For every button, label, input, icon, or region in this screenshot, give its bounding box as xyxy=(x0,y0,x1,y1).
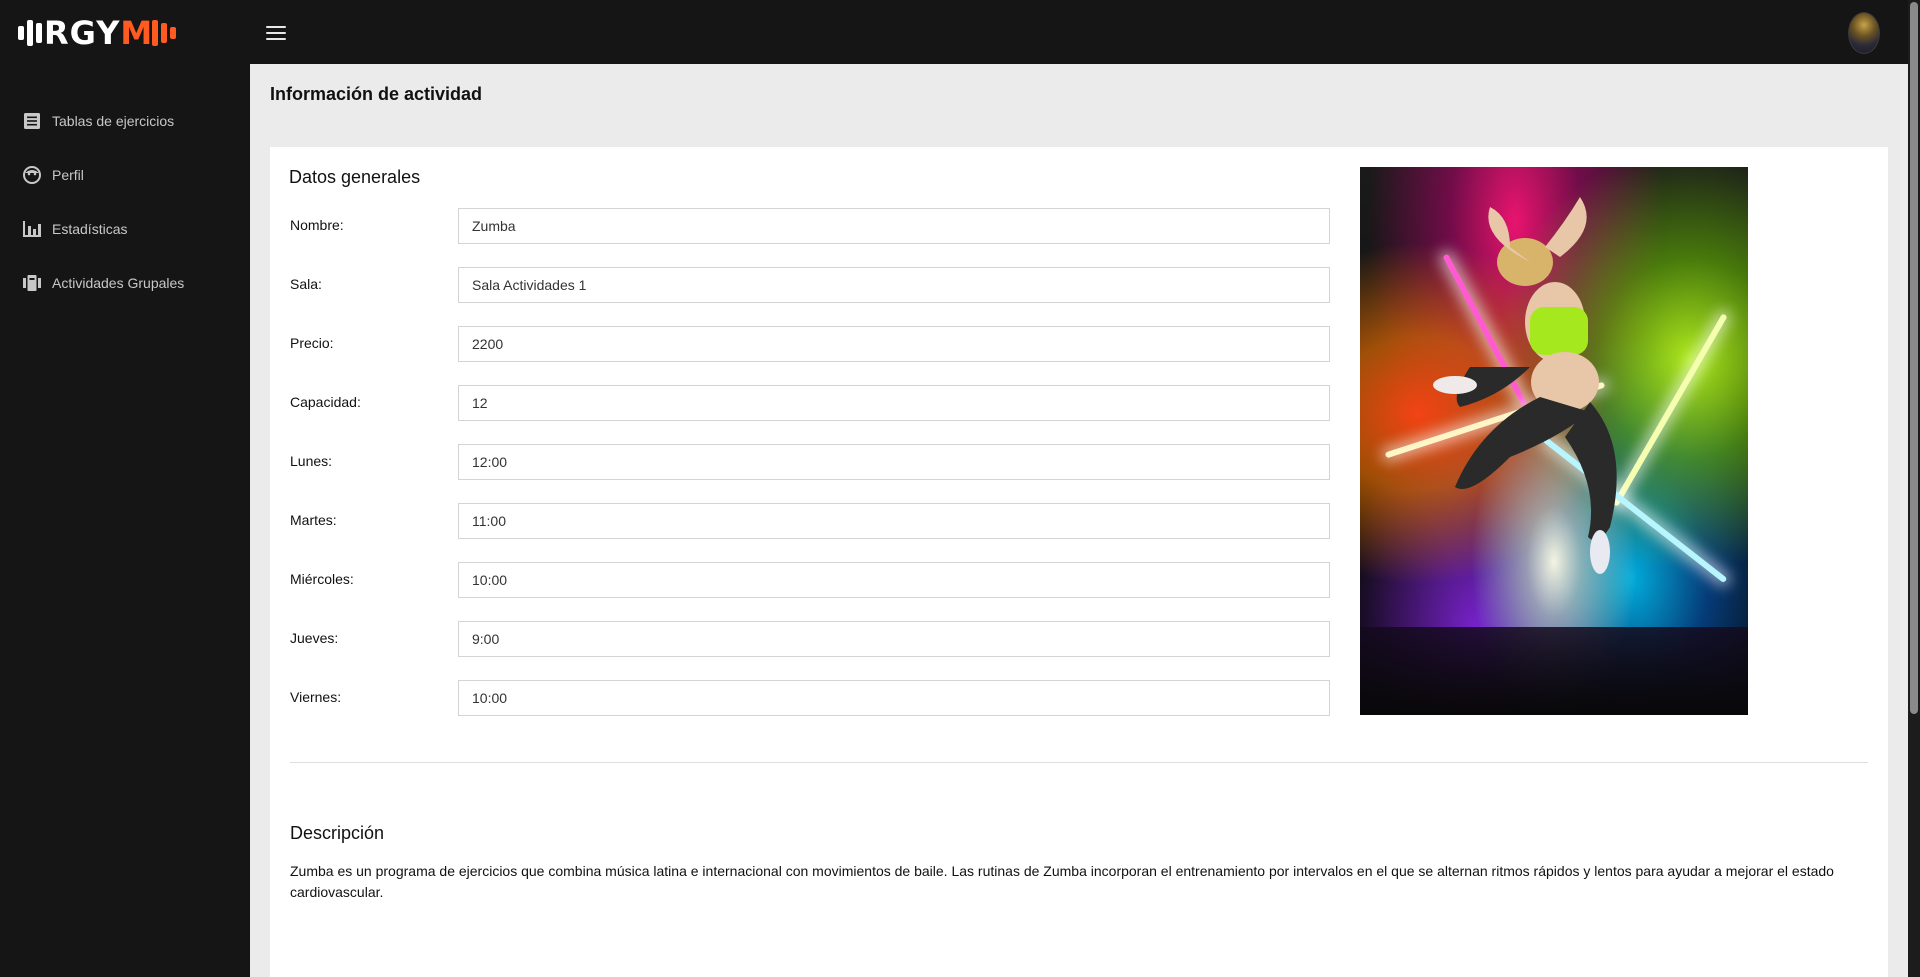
logo-dumbbell-left-icon xyxy=(18,20,42,46)
sidebar-item-estadisticas[interactable]: Estadísticas xyxy=(22,216,127,242)
field-label: Lunes: xyxy=(290,453,333,469)
app-logo[interactable]: RGY M xyxy=(18,14,178,52)
field-label: Miércoles: xyxy=(290,571,354,587)
main-content: Información de actividad Datos generales… xyxy=(250,64,1908,977)
sidebar-item-label: Tablas de ejercicios xyxy=(52,113,175,129)
sidebar-item-perfil[interactable]: Perfil xyxy=(22,162,84,188)
sala-field[interactable] xyxy=(458,267,1330,303)
sidebar-item-label: Estadísticas xyxy=(52,221,128,237)
scrollbar-thumb[interactable] xyxy=(1910,2,1918,714)
field-label: Precio: xyxy=(290,335,334,351)
field-label: Martes: xyxy=(290,512,337,528)
sidebar-item-label: Actividades Grupales xyxy=(52,275,185,291)
field-label: Viernes: xyxy=(290,689,342,705)
field-label: Nombre: xyxy=(290,217,344,233)
bar-chart-icon xyxy=(22,219,42,239)
nombre-field[interactable] xyxy=(458,208,1330,244)
capacidad-field[interactable] xyxy=(458,385,1330,421)
group-activity-icon xyxy=(22,273,42,293)
field-label: Jueves: xyxy=(290,630,339,646)
sidebar-item-label: Perfil xyxy=(52,167,84,183)
martes-field[interactable] xyxy=(458,503,1330,539)
jueves-field[interactable] xyxy=(458,621,1330,657)
field-label: Capacidad: xyxy=(290,394,361,410)
top-bar: RGY M xyxy=(0,0,1908,64)
description-section-title: Descripción xyxy=(290,823,385,843)
hamburger-menu-icon[interactable] xyxy=(266,26,286,40)
lunes-field[interactable] xyxy=(458,444,1330,480)
activity-card: Datos generales Nombre: Sala: Precio: Ca… xyxy=(270,147,1888,977)
user-avatar[interactable] xyxy=(1848,12,1880,54)
logo-dumbbell-right-icon xyxy=(152,20,177,46)
sidebar: Tablas de ejercicios Perfil Estadísticas… xyxy=(0,64,250,977)
section-divider xyxy=(290,762,1868,763)
activity-image xyxy=(1360,167,1748,715)
face-profile-icon xyxy=(22,165,42,185)
description-text: Zumba es un programa de ejercicios que c… xyxy=(290,863,1834,900)
miercoles-field[interactable] xyxy=(458,562,1330,598)
list-document-icon xyxy=(22,111,42,131)
field-label: Sala: xyxy=(290,276,322,292)
viernes-field[interactable] xyxy=(458,680,1330,716)
sidebar-item-actividades-grupales[interactable]: Actividades Grupales xyxy=(22,270,184,296)
general-section-title: Datos generales xyxy=(289,167,421,187)
sidebar-item-tablas-de-ejercicios[interactable]: Tablas de ejercicios xyxy=(22,108,174,134)
logo-text: RGY xyxy=(44,14,121,52)
logo-accent-text: M xyxy=(120,14,153,52)
page-title: Información de actividad xyxy=(270,84,483,104)
precio-field[interactable] xyxy=(458,326,1330,362)
